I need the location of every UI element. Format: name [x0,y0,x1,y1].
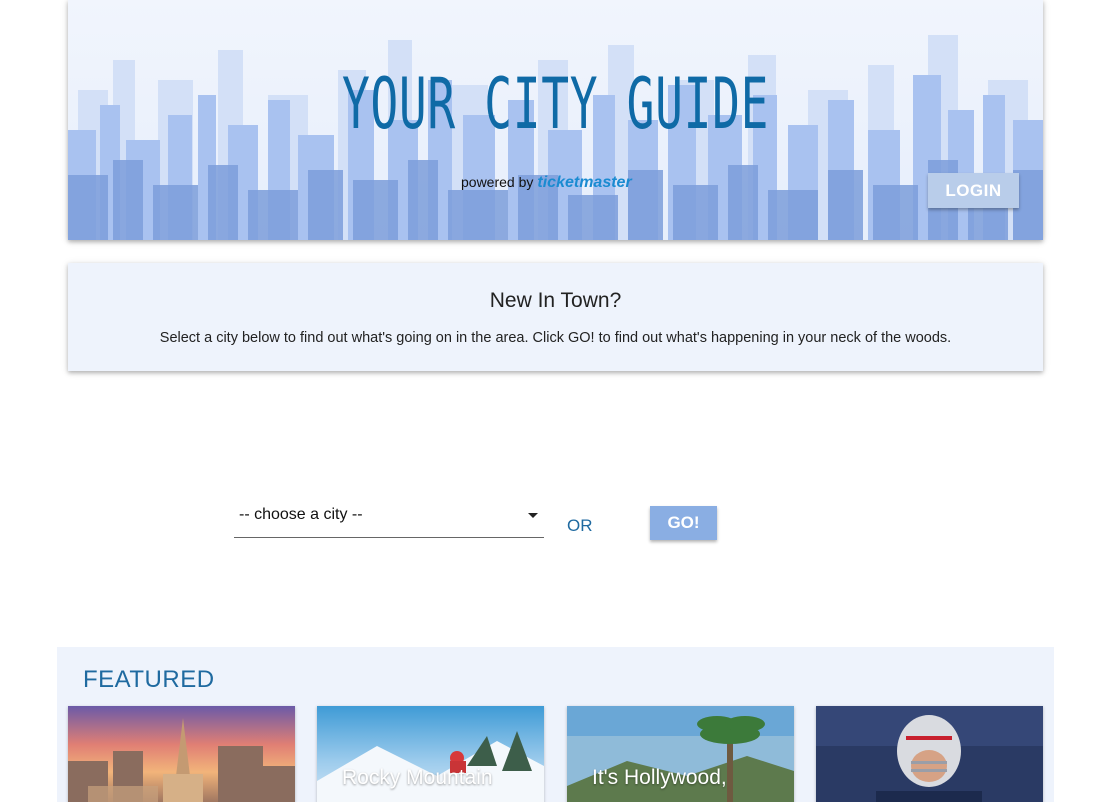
featured-card-las-vegas[interactable] [68,706,295,802]
go-button[interactable]: GO! [650,506,717,540]
featured-heading: FEATURED [83,666,215,693]
city-select[interactable]: -- choose a city -- [234,500,544,538]
ticketmaster-logo[interactable]: ticketmaster [537,174,631,191]
featured-card-football[interactable] [816,706,1043,802]
powered-by-line: powered by ticketmaster [461,174,632,192]
featured-section: FEATURED Rocky Mountain It's Hollywood, [57,647,1054,802]
site-title: YOUR CITY GUIDE [341,63,770,145]
login-button[interactable]: LOGIN [928,173,1019,208]
intro-heading: New In Town? [489,289,622,312]
city-select-value: -- choose a city -- [239,506,363,523]
las-vegas-image [68,706,295,802]
caret-down-icon [528,513,538,518]
card-caption: It's Hollywood, [592,766,727,789]
intro-card: New In Town? Select a city below to find… [68,263,1043,371]
powered-by-label: powered by [461,174,534,190]
intro-text: Select a city below to find out what's g… [159,330,952,346]
featured-card-rocky-mountain[interactable]: Rocky Mountain [317,706,544,802]
featured-card-hollywood[interactable]: It's Hollywood, [567,706,794,802]
hero-banner: YOUR CITY GUIDE powered by ticketmaster L… [68,0,1043,240]
or-label: OR [567,516,593,535]
card-caption: Rocky Mountain [342,766,493,789]
football-player-image [816,706,1043,802]
